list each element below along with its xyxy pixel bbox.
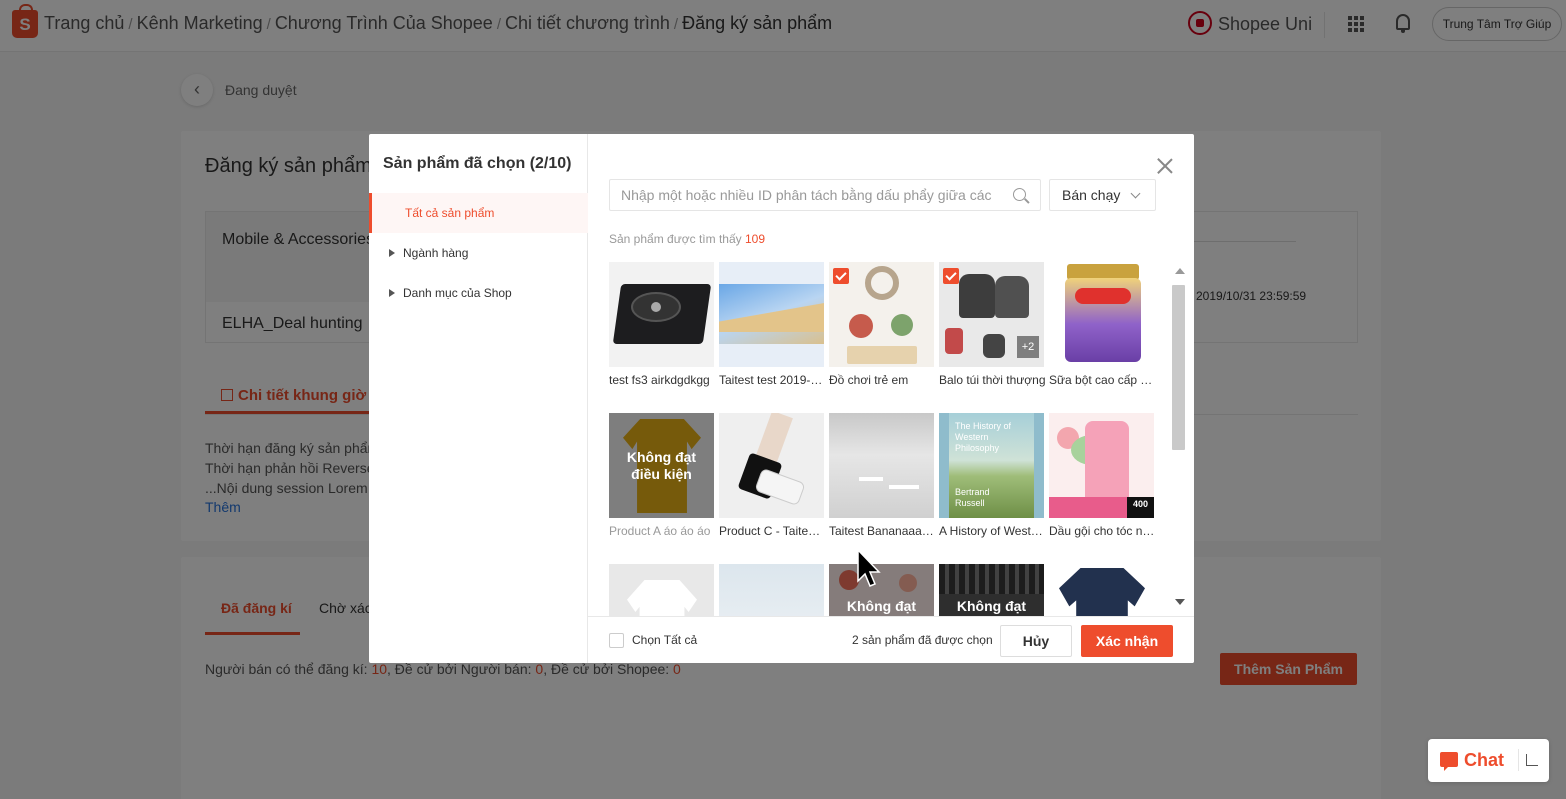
product-image [1049,262,1154,367]
filter-all-products[interactable]: Tất cả sản phẩm [369,193,588,233]
confirm-button[interactable]: Xác nhận [1081,625,1173,657]
ineligible-overlay: Không đạt điều kiện [609,413,714,518]
scroll-up-arrow-icon[interactable] [1175,268,1185,274]
product-card[interactable]: Taitest Bananaaa… [829,413,934,538]
product-select-modal: Sản phẩm đã chọn (2/10) Tất cả sản phẩm … [369,134,1194,663]
product-card[interactable]: Product C - Taites… [719,413,826,538]
found-label: Sản phẩm được tìm thấy [609,232,742,246]
scroll-down-arrow-icon[interactable] [1175,599,1185,605]
product-card[interactable]: Đồ chơi trẻ em [829,262,934,387]
product-card[interactable] [719,564,824,616]
book-cover-author: Bertrand Russell [955,487,990,508]
product-image: Không đạt [829,564,934,616]
ineligible-overlay: Không đạt [939,564,1044,616]
product-image [609,262,714,367]
cancel-button[interactable]: Hủy [1000,625,1072,657]
filter-category[interactable]: Ngành hàng [369,233,588,273]
sort-select[interactable]: Bán chạy [1049,179,1156,211]
product-name: Đồ chơi trẻ em [829,373,909,387]
product-image [829,413,934,518]
product-image: Không đạt điều kiện [609,413,714,518]
expand-chat-icon[interactable] [1526,754,1538,766]
filter-sidebar: Sản phẩm đã chọn (2/10) Tất cả sản phẩm … [369,134,588,663]
product-card[interactable] [609,564,714,616]
product-card[interactable]: The History of Western Philosophy Bertra… [939,413,1044,538]
product-name: Product C - Taites… [719,524,826,538]
product-name: Dầu gội cho tóc n… [1049,524,1155,538]
product-search-box [609,179,1041,211]
product-name: Taitest test 2019-… [719,373,823,387]
chat-label: Chat [1464,750,1504,770]
product-name: Balo túi thời thượng [939,373,1046,387]
product-card[interactable] [1049,564,1154,616]
product-image: Không đạt [939,564,1044,616]
close-icon[interactable] [1157,158,1173,174]
filter-shop-collection[interactable]: Danh mục của Shop [369,273,588,313]
product-image [719,564,824,616]
product-name: A History of West… [939,524,1043,538]
chat-bubble-icon [1440,752,1458,767]
product-card[interactable]: +2 Balo túi thời thượng [939,262,1046,387]
modal-footer: Chọn Tất cả 2 sản phẩm đã được chọn Hủy … [588,616,1194,663]
caret-right-icon [389,289,395,297]
filter-shop-collection-label: Danh mục của Shop [403,286,512,300]
search-icon[interactable] [1013,188,1026,201]
product-id-search-input[interactable] [610,180,1010,210]
more-images-badge: +2 [1017,336,1039,358]
product-image: The History of Western Philosophy Bertra… [939,413,1044,518]
selected-summary: 2 sản phẩm đã được chọn [852,633,993,647]
volume-badge: 400 [1127,497,1154,518]
select-all-checkbox[interactable] [609,633,624,648]
select-all-label[interactable]: Chọn Tất cả [632,633,697,647]
product-image [719,413,824,518]
modal-title: Sản phẩm đã chọn (2/10) [383,155,572,172]
product-card[interactable]: Không đạt [829,564,934,616]
product-image [719,262,824,367]
product-card[interactable]: test fs3 airkdgdkgg [609,262,714,387]
product-name: Product A áo áo áo [609,524,711,538]
product-card[interactable]: 400 Dầu gội cho tóc n… [1049,413,1154,538]
scrollbar-thumb[interactable] [1172,285,1185,450]
product-card[interactable]: Không đạt điều kiện Product A áo áo áo [609,413,714,538]
filter-category-label: Ngành hàng [403,246,469,260]
product-grid-scrollbar[interactable] [1172,265,1186,615]
product-name: test fs3 airkdgdkgg [609,373,710,387]
book-cover-title: The History of Western Philosophy [955,421,1012,453]
product-image [609,564,714,616]
product-image: 400 [1049,413,1154,518]
product-image [1049,564,1154,616]
divider [1518,749,1519,771]
chevron-down-icon [1130,188,1141,199]
sort-select-value: Bán chạy [1062,187,1121,203]
product-card[interactable]: Không đạt [939,564,1044,616]
product-name: Taitest Bananaaa… [829,524,934,538]
product-card[interactable]: Taitest test 2019-… [719,262,824,387]
caret-right-icon [389,249,395,257]
product-card[interactable]: Sữa bột cao cấp T… [1049,262,1156,387]
product-checkbox-checked[interactable] [833,268,849,284]
products-found-count: Sản phẩm được tìm thấy 109 [609,232,765,246]
product-checkbox-checked[interactable] [943,268,959,284]
ineligible-overlay: Không đạt [829,564,934,616]
found-count: 109 [744,232,766,246]
mouse-cursor-icon [857,549,881,587]
product-name: Sữa bột cao cấp T… [1049,373,1156,387]
chat-widget[interactable]: Chat [1428,739,1549,782]
product-grid: test fs3 airkdgdkgg Taitest test 2019-… … [609,262,1169,616]
